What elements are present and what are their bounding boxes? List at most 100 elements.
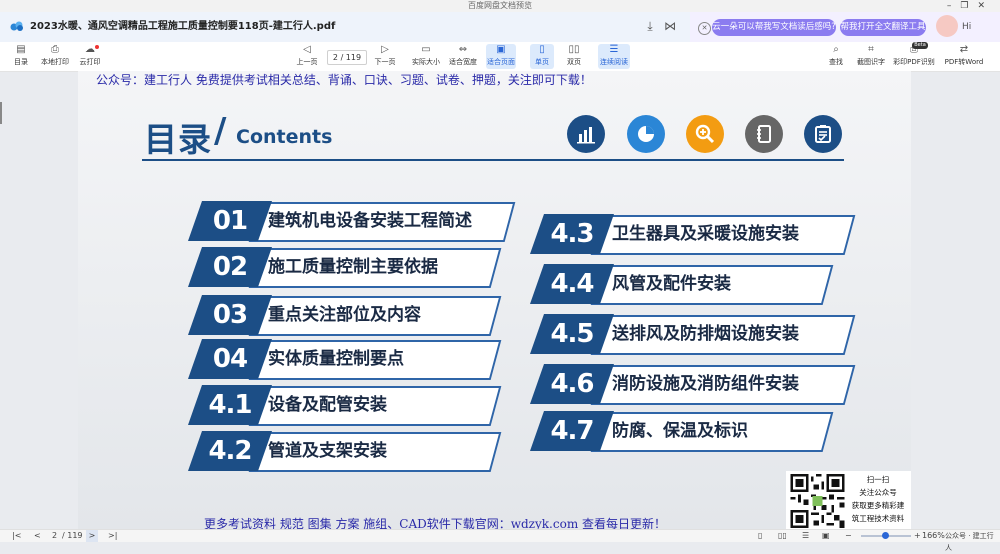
heading-slash: / [214,111,227,151]
page-number-field[interactable]: 2 / 119 [327,50,367,65]
toc-label: 设备及配管安装 [268,395,387,415]
toc-label: 重点关注部位及内容 [268,305,421,325]
toc-item[interactable]: 4.4 风管及配件安装 [530,264,850,305]
restore-button[interactable]: ❐ [960,1,977,11]
word-convert-icon: ⇄ [959,44,969,55]
notification-dot [95,45,99,49]
toc-number: 4.2 [188,431,272,471]
local-print-button[interactable]: ⎙ 本地打印 [40,44,70,67]
toc-number: 02 [188,247,272,287]
chevron-down-icon: ▷ [381,44,389,55]
left-scroll-indicator[interactable] [0,102,2,124]
double-view-icon[interactable]: ▯▯ [778,530,787,542]
bar-chart-icon [567,115,605,153]
window-title: 百度网盘文档预览 [468,1,532,10]
ai-suggestion-button[interactable]: 云一朵可以帮我写文档读后感吗? [712,19,836,36]
actual-size-button[interactable]: ▭ 实际大小 [412,44,440,67]
fit-view-icon[interactable]: ▣ [822,530,830,542]
toc-item[interactable]: 4.6 消防设施及消防组件安装 [530,364,856,405]
zoom-in-icon[interactable]: + [914,530,921,542]
magnifier-icon [686,115,724,153]
continuous-read-button[interactable]: ☰ 连续阅读 [598,44,630,69]
window-controls[interactable]: –❐✕ [947,0,994,12]
contents-heading-en: Contents [236,126,333,148]
qr-caption-4: 筑工程技术资料 [851,514,905,523]
status-page-total: / 119 [62,531,83,540]
toc-item[interactable]: 4.3 卫生器具及采暖设施安装 [530,214,856,255]
next-page-icon[interactable]: > [86,530,98,542]
toc-button[interactable]: ▤ 目录 [10,44,32,67]
sidebar-icon: ▤ [16,44,26,55]
document-page: 公众号：建工行人 免费提供考试相关总结、背诵、口诀、习题、试卷、押题，关注即可下… [78,71,911,530]
prev-page-icon[interactable]: < [34,530,41,542]
fit-width-button[interactable]: ⇔ 适合宽度 [448,44,478,67]
toc-item[interactable]: 04 实体质量控制要点 [188,339,508,380]
double-page-button[interactable]: ▯▯ 双页 [562,44,586,67]
actual-size-icon: ▭ [421,44,431,55]
document-name: 2023水暖、通风空调精品工程施工质量控制要118页-建工行人.pdf [30,21,336,32]
toc-item[interactable]: 4.7 防腐、保温及标识 [530,411,850,452]
baidu-netdisk-logo-icon [10,21,23,31]
toc-label: 实体质量控制要点 [268,349,404,369]
toc-item[interactable]: 4.5 送排风及防排烟设施安装 [530,314,856,355]
screenshot-ocr-button[interactable]: ⌗ 截图识字 [855,44,887,67]
contents-heading-cn: 目录 [144,120,212,159]
heading-rule [142,159,844,161]
single-page-icon: ▯ [539,44,545,55]
system-title-bar: 百度网盘文档预览 –❐✕ [0,0,1000,12]
printer-icon: ⎙ [51,44,59,55]
toc-item[interactable]: 03 重点关注部位及内容 [188,295,508,336]
zoom-out-icon[interactable]: − [845,530,852,542]
fit-page-button[interactable]: ▣ 适合页面 [486,44,516,69]
beta-badge: Beta [912,42,928,49]
qr-caption-3: 获取更多精彩建 [851,501,905,510]
single-view-icon[interactable]: ▯ [758,530,762,542]
ai-close-icon[interactable]: ✕ [698,22,711,35]
double-page-icon: ▯▯ [568,44,580,55]
toc-number: 04 [188,339,272,379]
toc-item[interactable]: 02 施工质量控制主要依据 [188,247,508,288]
qr-card: 扫一扫 关注公众号 获取更多精彩建 筑工程技术资料 [786,471,911,530]
status-page-current[interactable]: 2 [52,530,57,542]
fit-page-icon: ▣ [496,44,506,55]
chevron-up-icon: ◁ [303,44,311,55]
scroll-view-icon[interactable]: ☰ [802,530,809,542]
zoom-slider-handle[interactable] [882,532,889,539]
toc-label: 建筑机电设备安装工程简述 [268,211,472,231]
toc-label: 送排风及防排烟设施安装 [612,324,799,344]
toc-label: 风管及配件安装 [612,274,731,294]
search-icon: ⌕ [833,44,839,55]
watermark: 公众号 · 建工行人 [945,532,994,552]
document-tab[interactable]: 2023水暖、通风空调精品工程施工质量控制要118页-建工行人.pdf ⤓ ⋈ [0,12,690,42]
ai-translate-button[interactable]: 帮我打开全文翻译工具 [840,19,926,36]
toc-item[interactable]: 01 建筑机电设备安装工程简述 [188,201,516,242]
toolbar: ▤ 目录 ⎙ 本地打印 ☁ 云打印 ◁ 上一页 2 / 119 ▷ 下一页 ▭ 实际大小 ⇔… [0,42,1000,72]
pdf-to-word-button[interactable]: ⇄ PDF转Word [944,44,984,67]
promo-text-top: 公众号：建工行人 免费提供考试相关总结、背诵、口诀、习题、试卷、押题，关注即可下… [96,73,592,87]
ai-avatar[interactable] [936,15,958,37]
fit-width-icon: ⇔ [458,44,468,55]
download-icon[interactable]: ⤓ [643,19,657,33]
promo-text-bottom: 更多考试资料 规范 图集 方案 施组、CAD软件下载官网：wdzyk.com 查… [204,517,667,530]
continuous-icon: ☰ [609,44,619,55]
toc-item[interactable]: 4.1 设备及配管安装 [188,385,508,426]
qr-caption-1: 扫一扫 [866,475,890,484]
close-window-button[interactable]: ✕ [977,1,994,11]
toc-label: 施工质量控制主要依据 [268,257,438,277]
prev-page-button[interactable]: ◁ 上一页 [296,44,318,67]
toc-label: 消防设施及消防组件安装 [612,374,799,394]
single-page-button[interactable]: ▯ 单页 [530,44,554,69]
first-page-icon[interactable]: |< [12,530,21,542]
toc-number: 4.1 [188,385,272,425]
pie-chart-icon [627,115,665,153]
next-page-button[interactable]: ▷ 下一页 [374,44,396,67]
toc-number: 4.3 [530,214,614,254]
share-icon[interactable]: ⋈ [663,19,677,33]
find-button[interactable]: ⌕ 查找 [826,44,846,67]
tab-row: 2023水暖、通风空调精品工程施工质量控制要118页-建工行人.pdf ⤓ ⋈ … [0,12,1000,42]
toc-item[interactable]: 4.2 管道及支架安装 [188,431,508,472]
screenshot-icon: ⌗ [868,44,874,55]
last-page-icon[interactable]: >| [108,530,117,542]
status-bar: |< < 2 / 119 > >| ▯ ▯▯ ☰ ▣ − + 166% 公众号 … [0,529,1000,552]
minimize-button[interactable]: – [947,1,961,11]
